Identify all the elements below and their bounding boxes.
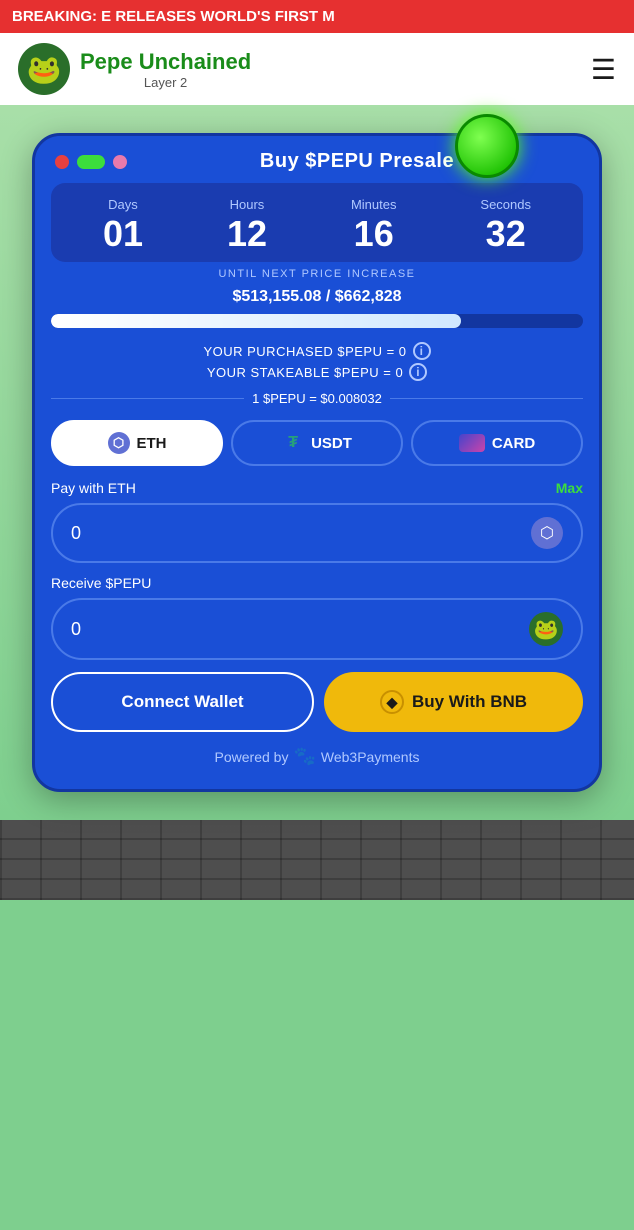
dot-green <box>77 155 105 169</box>
menu-button[interactable]: ☰ <box>591 53 616 86</box>
presale-widget: Buy $PEPU Presale Days 01 Hours 12 Minut… <box>32 133 602 792</box>
pay-label: Pay with ETH <box>51 480 136 496</box>
progress-amount: $513,155.08 / $662,828 <box>35 288 599 306</box>
dot-pink <box>113 155 127 169</box>
minutes-value: 16 <box>354 216 394 252</box>
floor-tiles <box>0 820 634 900</box>
eth-button[interactable]: ⬡ ETH <box>51 420 223 466</box>
web3payments-logo-icon: 🐾 <box>293 746 315 767</box>
pay-input-group: Pay with ETH Max ⬡ <box>51 480 583 563</box>
brand-sub: Layer 2 <box>80 75 251 90</box>
brand-logo: 🐸 Pepe Unchained Layer 2 <box>18 43 251 95</box>
until-text: UNTIL NEXT PRICE INCREASE <box>35 268 599 280</box>
pay-input-field: ⬡ <box>51 503 583 563</box>
breaking-news-text: BREAKING: E RELEASES WORLD'S FIRST M <box>12 8 335 25</box>
powered-by-row: Powered by 🐾 Web3Payments <box>35 746 599 767</box>
days-label: Days <box>108 197 138 212</box>
eth-coin-icon: ⬡ <box>531 517 563 549</box>
purchased-row: YOUR PURCHASED $PEPU = 0 i <box>35 342 599 360</box>
powered-brand: Web3Payments <box>321 749 420 765</box>
countdown-seconds: Seconds 32 <box>480 197 531 252</box>
receive-input[interactable] <box>71 619 465 640</box>
progress-bar <box>51 314 583 328</box>
main-area: Buy $PEPU Presale Days 01 Hours 12 Minut… <box>0 105 634 820</box>
progress-bar-fill <box>51 314 461 328</box>
receive-label: Receive $PEPU <box>51 575 151 591</box>
price-text: 1 $PEPU = $0.008032 <box>252 391 382 406</box>
purchased-info-icon[interactable]: i <box>413 342 431 360</box>
buy-bnb-button[interactable]: ◆ Buy With BNB <box>324 672 583 732</box>
card-button[interactable]: CARD <box>411 420 583 466</box>
header: 🐸 Pepe Unchained Layer 2 ☰ <box>0 33 634 105</box>
currency-toggle: ⬡ ETH ₮ USDT CARD <box>51 420 583 466</box>
seconds-value: 32 <box>486 216 526 252</box>
card-label: CARD <box>492 435 535 452</box>
price-row: 1 $PEPU = $0.008032 <box>51 391 583 406</box>
countdown-minutes: Minutes 16 <box>351 197 397 252</box>
logo-icon: 🐸 <box>18 43 70 95</box>
pepe-coin-icon: 🐸 <box>529 612 563 646</box>
countdown-hours: Hours 12 <box>227 197 267 252</box>
days-value: 01 <box>103 216 143 252</box>
max-button[interactable]: Max <box>556 480 583 496</box>
stakeable-row: YOUR STAKEABLE $PEPU = 0 i <box>35 363 599 381</box>
action-buttons: Connect Wallet ◆ Buy With BNB <box>51 672 583 732</box>
receive-input-field: 🐸 <box>51 598 583 660</box>
receive-label-row: Receive $PEPU <box>51 575 583 591</box>
stakeable-text: YOUR STAKEABLE $PEPU = 0 <box>207 365 403 380</box>
powered-label: Powered by <box>215 749 289 765</box>
price-line-left <box>51 398 244 399</box>
logo-text-group: Pepe Unchained Layer 2 <box>80 49 251 90</box>
minutes-label: Minutes <box>351 197 397 212</box>
seconds-label: Seconds <box>480 197 531 212</box>
stakeable-info-icon[interactable]: i <box>409 363 427 381</box>
brand-name: Pepe Unchained <box>80 49 251 75</box>
usdt-button[interactable]: ₮ USDT <box>231 420 403 466</box>
price-line-right <box>390 398 583 399</box>
connect-wallet-button[interactable]: Connect Wallet <box>51 672 314 732</box>
usdt-icon: ₮ <box>282 432 304 454</box>
eth-label: ETH <box>137 435 167 452</box>
countdown-days: Days 01 <box>103 197 143 252</box>
usdt-label: USDT <box>311 435 352 452</box>
pay-input[interactable] <box>71 523 465 544</box>
green-bubble-decoration <box>455 114 519 178</box>
countdown-timer: Days 01 Hours 12 Minutes 16 Seconds 32 <box>51 183 583 262</box>
eth-icon: ⬡ <box>108 432 130 454</box>
hours-label: Hours <box>230 197 265 212</box>
breaking-news-bar: BREAKING: E RELEASES WORLD'S FIRST M <box>0 0 634 33</box>
pay-label-row: Pay with ETH Max <box>51 480 583 496</box>
receive-input-group: Receive $PEPU 🐸 <box>51 575 583 660</box>
card-icon <box>459 434 485 452</box>
bnb-icon: ◆ <box>380 690 404 714</box>
hours-value: 12 <box>227 216 267 252</box>
buy-bnb-label: Buy With BNB <box>412 692 527 712</box>
dot-red <box>55 155 69 169</box>
purchased-text: YOUR PURCHASED $PEPU = 0 <box>203 344 406 359</box>
